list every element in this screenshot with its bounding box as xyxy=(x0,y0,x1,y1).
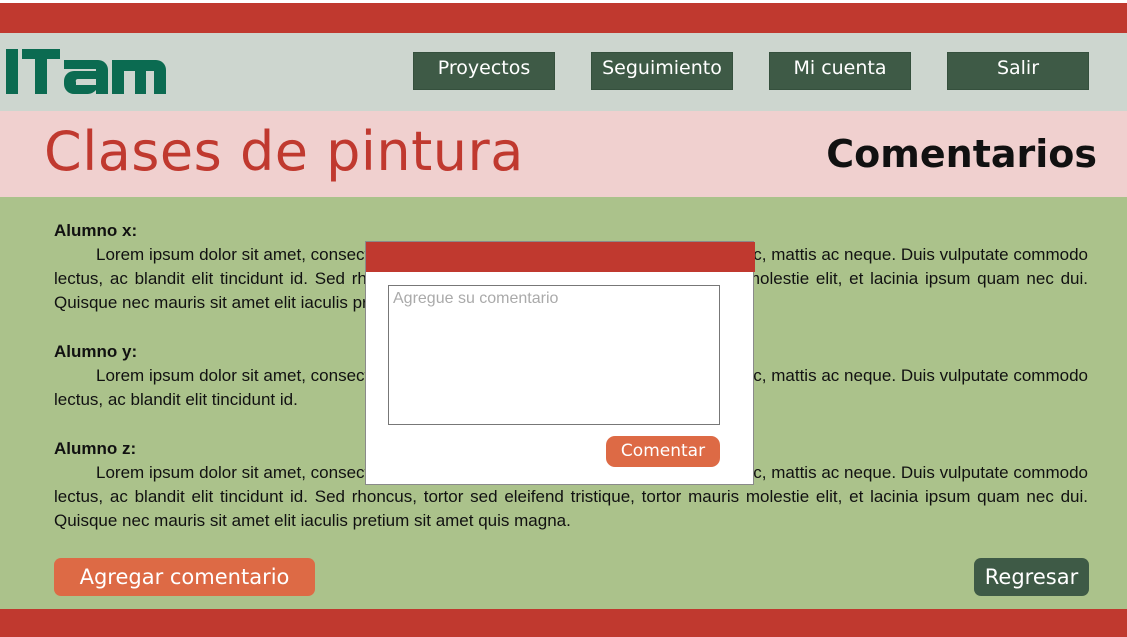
comment-author: Alumno x: xyxy=(54,221,138,240)
comment-textarea[interactable] xyxy=(388,285,720,425)
add-comment-button[interactable]: Agregar comentario xyxy=(54,558,315,596)
title-band: Clases de pintura Comentarios xyxy=(0,111,1127,197)
page-title: Clases de pintura xyxy=(44,120,524,183)
section-title: Comentarios xyxy=(826,132,1097,176)
submit-comment-button[interactable]: Comentar xyxy=(606,436,720,467)
itam-logo xyxy=(6,49,166,94)
nav-seguimiento-button[interactable]: Seguimiento xyxy=(591,52,733,90)
nav-mi-cuenta-button[interactable]: Mi cuenta xyxy=(769,52,911,90)
nav-proyectos-button[interactable]: Proyectos xyxy=(413,52,555,90)
comment-modal: Comentar xyxy=(365,241,755,485)
nav-salir-button[interactable]: Salir xyxy=(947,52,1089,90)
back-button[interactable]: Regresar xyxy=(974,558,1089,596)
modal-header xyxy=(366,242,755,272)
top-bar xyxy=(0,0,1127,33)
bottom-bar xyxy=(0,609,1127,637)
header: Proyectos Seguimiento Mi cuenta Salir xyxy=(0,33,1127,111)
